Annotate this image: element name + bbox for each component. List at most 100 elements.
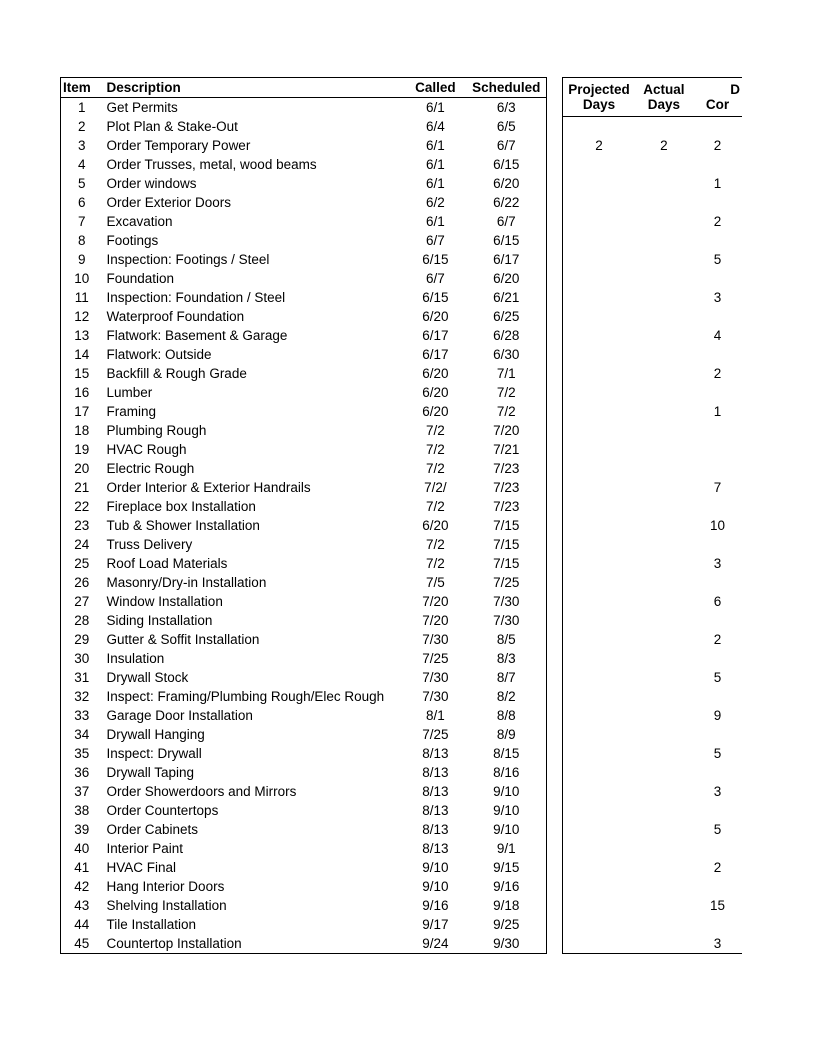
- cell-scheduled: 8/5: [467, 630, 547, 649]
- cell-days-complete: [693, 440, 742, 459]
- cell-days-complete: [693, 117, 742, 137]
- cell-called: 6/1: [404, 174, 466, 193]
- cell-days-complete: 3: [693, 934, 742, 954]
- cell-scheduled: 6/22: [467, 193, 547, 212]
- cell-description: Window Installation: [103, 592, 405, 611]
- cell-days-complete: 4: [693, 326, 742, 345]
- table-row: [563, 193, 743, 212]
- cell-called: 6/20: [404, 402, 466, 421]
- cell-actual-days: [635, 706, 693, 725]
- table-row: 35Inspect: Drywall8/138/15: [61, 744, 547, 763]
- days-table: Projected Days Actual Days D Cor 2221: [562, 77, 742, 954]
- table-row: 31Drywall Stock7/308/7: [61, 668, 547, 687]
- table-row: 19HVAC Rough7/27/21: [61, 440, 547, 459]
- table-row: 9Inspection: Footings / Steel6/156/17: [61, 250, 547, 269]
- cell-description: Order Countertops: [103, 801, 405, 820]
- cell-scheduled: 6/17: [467, 250, 547, 269]
- cell-called: 6/17: [404, 326, 466, 345]
- cell-scheduled: 7/30: [467, 592, 547, 611]
- cell-projected-days: [563, 231, 635, 250]
- cell-called: 7/2: [404, 440, 466, 459]
- cell-item: 30: [61, 649, 103, 668]
- cell-scheduled: 6/20: [467, 174, 547, 193]
- table-row: 6: [563, 592, 743, 611]
- cell-called: 6/7: [404, 269, 466, 288]
- cell-description: Order Temporary Power: [103, 136, 405, 155]
- table-row: 45Countertop Installation9/249/30: [61, 934, 547, 954]
- table-row: [563, 877, 743, 896]
- cell-called: 7/2/: [404, 478, 466, 497]
- cell-called: 6/20: [404, 516, 466, 535]
- cell-description: Get Permits: [103, 98, 405, 118]
- cell-days-complete: [693, 839, 742, 858]
- cell-days-complete: 10: [693, 516, 742, 535]
- cell-scheduled: 7/15: [467, 516, 547, 535]
- cell-days-complete: [693, 497, 742, 516]
- cell-description: HVAC Rough: [103, 440, 405, 459]
- cell-projected-days: [563, 459, 635, 478]
- cell-scheduled: 9/25: [467, 915, 547, 934]
- table-row: 4Order Trusses, metal, wood beams6/16/15: [61, 155, 547, 174]
- cell-called: 8/13: [404, 744, 466, 763]
- table-row: 10: [563, 516, 743, 535]
- cell-actual-days: [635, 345, 693, 364]
- cell-description: Waterproof Foundation: [103, 307, 405, 326]
- cell-called: 7/2: [404, 535, 466, 554]
- schedule-header-row: Item Description Called Scheduled: [61, 78, 547, 98]
- cell-description: Lumber: [103, 383, 405, 402]
- cell-called: 6/1: [404, 136, 466, 155]
- table-row: 5Order windows6/16/20: [61, 174, 547, 193]
- cell-days-complete: [693, 877, 742, 896]
- cell-item: 16: [61, 383, 103, 402]
- table-row: 36Drywall Taping8/138/16: [61, 763, 547, 782]
- cell-item: 15: [61, 364, 103, 383]
- cell-description: Order windows: [103, 174, 405, 193]
- table-row: 1: [563, 402, 743, 421]
- cell-scheduled: 6/28: [467, 326, 547, 345]
- cell-scheduled: 8/16: [467, 763, 547, 782]
- cell-description: Drywall Hanging: [103, 725, 405, 744]
- tables-row: Item Description Called Scheduled 1 Get P…: [60, 77, 742, 954]
- header-scheduled: Scheduled: [467, 78, 547, 98]
- cell-actual-days: [635, 858, 693, 877]
- cell-item: 43: [61, 896, 103, 915]
- cell-projected-days: [563, 877, 635, 896]
- cell-description: Order Cabinets: [103, 820, 405, 839]
- cell-description: Inspect: Framing/Plumbing Rough/Elec Rou…: [103, 687, 405, 706]
- cell-item: 21: [61, 478, 103, 497]
- cell-scheduled: 7/15: [467, 535, 547, 554]
- cell-description: Siding Installation: [103, 611, 405, 630]
- cell-called: 8/13: [404, 801, 466, 820]
- cell-scheduled: 6/5: [467, 117, 547, 136]
- cell-actual-days: [635, 573, 693, 592]
- cell-item: 12: [61, 307, 103, 326]
- cell-scheduled: 9/30: [467, 934, 547, 954]
- cell-item: 40: [61, 839, 103, 858]
- cell-called: 6/1: [404, 98, 466, 118]
- cell-scheduled: 7/2: [467, 402, 547, 421]
- cell-days-complete: [693, 421, 742, 440]
- table-row: 8Footings6/76/15: [61, 231, 547, 250]
- cell-actual-days: [635, 250, 693, 269]
- cell-item: 33: [61, 706, 103, 725]
- cell-days-complete: [693, 193, 742, 212]
- cell-item: 14: [61, 345, 103, 364]
- table-row: 5: [563, 744, 743, 763]
- cell-scheduled: 6/3: [467, 98, 547, 118]
- table-row: [563, 725, 743, 744]
- table-row: [563, 801, 743, 820]
- cell-scheduled: 7/23: [467, 478, 547, 497]
- cell-actual-days: [635, 630, 693, 649]
- table-row: 41HVAC Final9/109/15: [61, 858, 547, 877]
- cell-actual-days: [635, 611, 693, 630]
- cell-item: 23: [61, 516, 103, 535]
- cell-actual-days: [635, 155, 693, 174]
- cell-actual-days: [635, 744, 693, 763]
- cell-actual-days: [635, 364, 693, 383]
- cell-actual-days: [635, 877, 693, 896]
- cell-description: Truss Delivery: [103, 535, 405, 554]
- cell-projected-days: [563, 668, 635, 687]
- cell-projected-days: [563, 193, 635, 212]
- cell-description: Insulation: [103, 649, 405, 668]
- cell-scheduled: 7/2: [467, 383, 547, 402]
